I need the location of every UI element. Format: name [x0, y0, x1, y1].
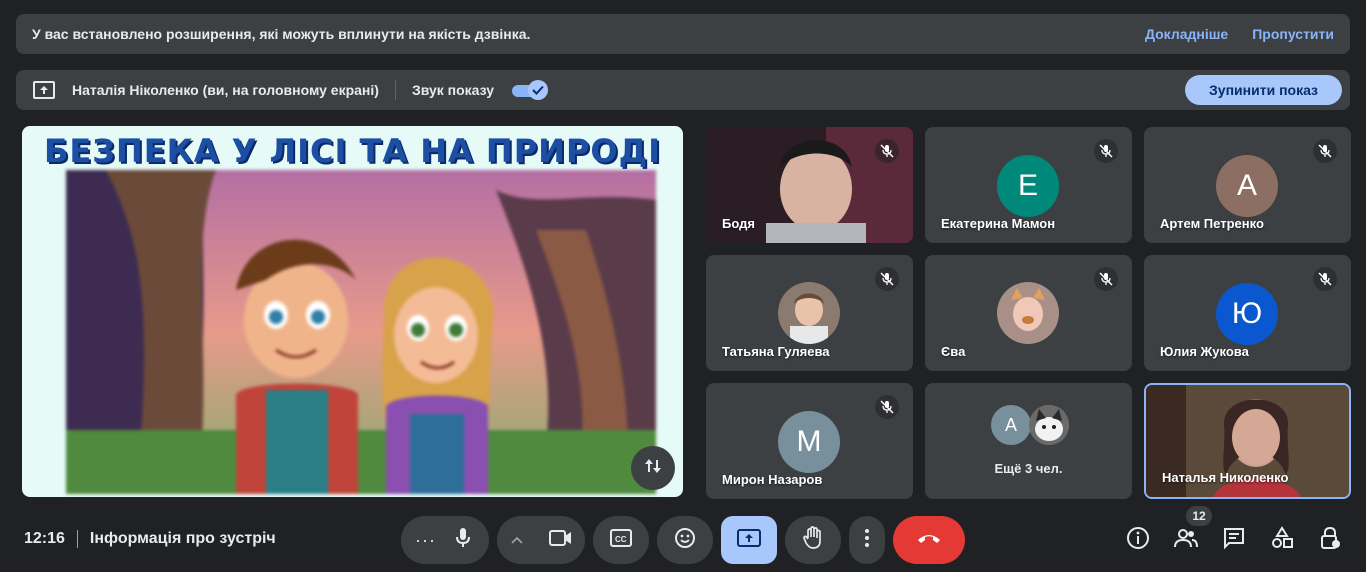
meeting-clock: 12:16 Інформація про зустріч: [24, 530, 276, 548]
present-screen-icon: [32, 78, 56, 102]
mic-off-icon: [875, 139, 899, 163]
avatar: A: [991, 405, 1031, 445]
participant-tile[interactable]: Єва: [925, 255, 1132, 371]
participant-name: Єва: [941, 344, 966, 359]
raise-hand-button[interactable]: [785, 516, 841, 564]
participant-tile[interactable]: М Мирон Назаров: [706, 383, 913, 499]
present-screen-icon: [737, 528, 761, 553]
presenting-bar: Наталія Ніколенко (ви, на головному екра…: [16, 70, 1350, 110]
reactions-button[interactable]: [657, 516, 713, 564]
cat-avatar: [1029, 405, 1069, 445]
participant-tile[interactable]: Татьяна Гуляева: [706, 255, 913, 371]
participant-name: Мирон Назаров: [722, 472, 823, 487]
stop-presenting-button[interactable]: Зупинити показ: [1185, 75, 1342, 105]
microphone-icon[interactable]: [453, 527, 473, 554]
activities-button[interactable]: [1268, 525, 1296, 555]
mic-off-icon: [1094, 139, 1118, 163]
banner-message: У вас встановлено розширення, які можуть…: [32, 26, 531, 42]
info-icon: [1126, 526, 1150, 555]
participant-name: Екатерина Мамон: [941, 216, 1056, 231]
microphone-control[interactable]: ···: [401, 516, 489, 564]
camera-icon[interactable]: [549, 529, 573, 552]
captions-button[interactable]: CC: [593, 516, 649, 564]
more-vert-icon: [864, 528, 870, 553]
learn-more-link[interactable]: Докладніше: [1145, 26, 1228, 42]
hand-icon: [803, 525, 823, 555]
avatar: A: [1216, 155, 1278, 217]
meeting-info-label[interactable]: Інформація про зустріч: [90, 530, 276, 548]
more-participants-label: Ещё 3 чел.: [994, 461, 1063, 476]
mic-off-icon: [1094, 267, 1118, 291]
sound-label: Звук показу: [411, 82, 495, 98]
check-icon: [528, 80, 549, 100]
chat-icon: [1222, 526, 1246, 555]
people-count-badge: 12: [1186, 506, 1212, 526]
shared-screen: БЕЗПЕКА У ЛІСІ ТА НА ПРИРОДІ: [22, 126, 683, 497]
participant-tile[interactable]: Ю Юлия Жукова: [1144, 255, 1351, 371]
avatar: Ю: [1216, 283, 1278, 345]
divider: [76, 530, 78, 548]
avatar: М: [778, 411, 840, 473]
activities-icon: [1270, 525, 1294, 555]
presenter-label: Наталія Ніколенко (ви, на головному екра…: [72, 82, 379, 98]
participant-tile[interactable]: A Артем Петренко: [1144, 127, 1351, 243]
mic-off-icon: [1313, 139, 1337, 163]
camera-control[interactable]: [497, 516, 585, 564]
people-button[interactable]: [1172, 526, 1200, 554]
end-call-icon: [916, 531, 942, 549]
more-participants-tile[interactable]: A Ещё 3 чел.: [925, 383, 1132, 499]
participant-name: Татьяна Гуляева: [722, 344, 830, 359]
mic-off-icon: [1313, 267, 1337, 291]
more-options-button[interactable]: [849, 516, 885, 564]
extensions-banner: У вас встановлено розширення, які можуть…: [16, 14, 1350, 54]
slide-title: БЕЗПЕКА У ЛІСІ ТА НА ПРИРОДІ: [43, 132, 661, 170]
participant-name: Наталья Николенко: [1162, 470, 1289, 485]
avatar: [778, 282, 840, 344]
lock-person-icon: [1318, 526, 1342, 555]
avatar: E: [997, 155, 1059, 217]
chevron-up-icon[interactable]: [511, 531, 531, 549]
sound-toggle[interactable]: [510, 80, 549, 100]
mic-off-icon: [875, 395, 899, 419]
mic-off-icon: [875, 267, 899, 291]
participant-tile[interactable]: Бодя: [706, 127, 913, 243]
swap-icon: [643, 456, 663, 481]
swap-view-button[interactable]: [631, 446, 675, 490]
avatar: [997, 282, 1059, 344]
host-controls-button[interactable]: [1316, 526, 1344, 554]
chat-button[interactable]: [1220, 526, 1248, 554]
leave-call-button[interactable]: [893, 516, 965, 564]
participant-name: Юлия Жукова: [1160, 344, 1249, 359]
skip-link[interactable]: Пропустити: [1252, 26, 1334, 42]
slide-illustration: [66, 170, 656, 494]
captions-icon: CC: [610, 528, 632, 552]
present-now-button[interactable]: [721, 516, 777, 564]
participant-tile[interactable]: E Екатерина Мамон: [925, 127, 1132, 243]
participant-name: Артем Петренко: [1160, 216, 1264, 231]
divider: [394, 80, 396, 100]
people-icon: [1173, 528, 1199, 553]
current-time: 12:16: [24, 530, 65, 547]
self-video-tile[interactable]: Наталья Николенко: [1144, 383, 1351, 499]
emoji-icon: [674, 527, 696, 554]
participant-name: Бодя: [722, 216, 755, 231]
svg-text:CC: CC: [615, 535, 627, 544]
control-bar: 12:16 Інформація про зустріч ··· CC: [0, 510, 1366, 572]
more-audio-options-icon[interactable]: ···: [415, 530, 445, 551]
meeting-details-button[interactable]: [1124, 526, 1152, 554]
